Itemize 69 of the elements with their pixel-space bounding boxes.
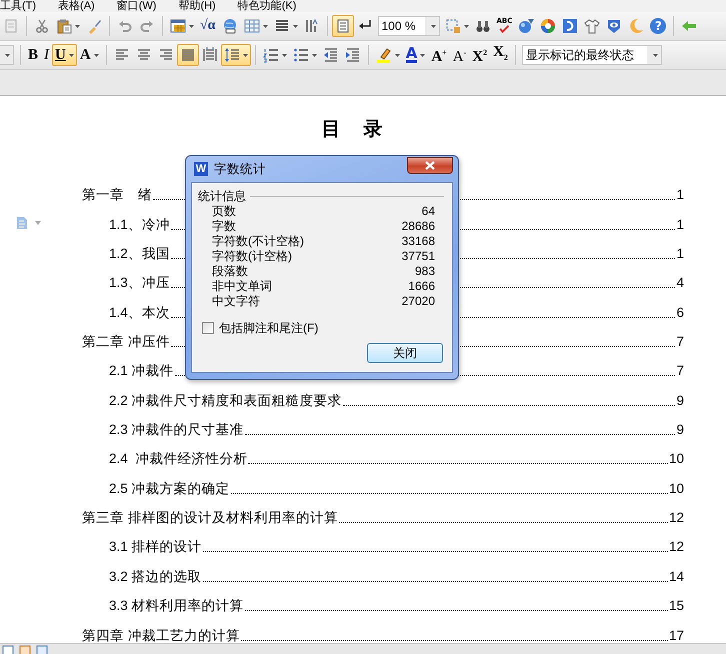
stat-label: 页数 xyxy=(212,205,236,218)
page-number: 6 xyxy=(676,304,684,321)
stat-label: 段落数 xyxy=(212,265,248,278)
document-title: 目 录 xyxy=(320,118,386,142)
stat-label: 字数 xyxy=(212,220,236,233)
page-number: 1 xyxy=(676,246,684,262)
toc-entry[interactable]: 2.3 冲裁件的尺寸基准 xyxy=(109,422,244,438)
formula-button[interactable]: √α xyxy=(197,15,218,37)
page-number: 9 xyxy=(676,422,684,438)
font-color-button[interactable]: A xyxy=(402,44,428,66)
page-number: 4 xyxy=(676,275,684,292)
dialog-title: 字数统计 xyxy=(214,160,266,178)
bold-button[interactable]: B xyxy=(25,44,42,66)
page-number: 1 xyxy=(676,216,684,233)
page-number: 7 xyxy=(676,363,684,380)
grow-font-button[interactable]: A$^{+}$ xyxy=(428,44,450,66)
group-label: 统计信息 xyxy=(198,189,246,203)
page-number: 9 xyxy=(676,392,684,409)
stat-label: 字符数(不计空格) xyxy=(212,235,304,248)
page-number: 12 xyxy=(668,539,684,556)
stat-value: 983 xyxy=(414,265,435,278)
underline-button[interactable]: U xyxy=(52,44,77,66)
toc-entry[interactable]: 3.2 搭边的选取 xyxy=(109,568,202,585)
page-number: 10 xyxy=(668,451,684,468)
toc-entry[interactable]: 第二章 冲压件 xyxy=(82,334,170,350)
markup-view-dropdown[interactable]: 显示标记的最终状态 xyxy=(522,45,662,65)
toc-entry[interactable]: 第四章 冲裁工艺力的计算 xyxy=(82,628,240,643)
stat-value: 27020 xyxy=(402,295,435,308)
toc-entry[interactable]: 3.1 排样的设计 xyxy=(109,539,202,556)
page-number: 7 xyxy=(676,334,684,350)
subscript-button[interactable]: X$_{2}$ xyxy=(490,44,511,66)
stat-value: 33168 xyxy=(402,235,435,248)
stat-value: 1666 xyxy=(408,280,435,293)
stat-label: 中文字符 xyxy=(212,295,260,308)
stat-value: 28686 xyxy=(402,220,435,233)
toc-entry[interactable]: 第一章 绪 xyxy=(82,187,152,204)
stat-value: 37751 xyxy=(402,250,435,263)
toc-entry[interactable]: 2.5 冲裁方案的确定 xyxy=(109,480,230,497)
toc-entry[interactable]: 第三章 排样图的设计及材料利用率的计算 xyxy=(82,510,338,526)
page-number: 12 xyxy=(668,510,684,526)
stat-label: 非中文单词 xyxy=(212,280,272,293)
menu-item[interactable]: 表格(A) xyxy=(58,0,95,12)
page-number: 17 xyxy=(668,628,684,643)
superscript-button[interactable]: X$^{2}$ xyxy=(469,44,490,66)
page-number: 1 xyxy=(676,187,684,204)
toc-entry[interactable]: 2.1 冲裁件 xyxy=(109,363,174,380)
close-dialog-button[interactable]: 关闭 xyxy=(367,343,443,363)
page-number: 10 xyxy=(668,480,684,497)
toc-entry[interactable]: 3.3 材料利用率的计算 xyxy=(109,598,244,614)
menu-item[interactable]: 帮助(H) xyxy=(178,0,216,12)
menu-item[interactable]: 特色功能(K) xyxy=(238,0,296,12)
stat-value: 64 xyxy=(422,205,435,218)
shrink-font-button[interactable]: A$^{-}$ xyxy=(450,44,470,66)
app-logo: W xyxy=(194,162,208,176)
toc-entry[interactable]: 2.2 冲裁件尺寸精度和表面粗糙度要求 xyxy=(109,392,342,409)
page-number: 14 xyxy=(668,568,684,585)
toc-entry[interactable]: 1.2、我国 xyxy=(109,246,170,262)
checkbox-label[interactable]: 包括脚注和尾注(F) xyxy=(219,321,318,335)
toc-entry[interactable]: 2.4 冲裁件经济性分析 xyxy=(109,451,248,468)
zoom-field[interactable]: 100 % xyxy=(378,16,440,36)
menu-item[interactable]: 工具(T) xyxy=(0,0,36,12)
italic-button[interactable]: I xyxy=(41,44,52,66)
menu-item[interactable]: 窗口(W) xyxy=(116,0,156,12)
toc-entry[interactable]: 1.1、冷冲 xyxy=(109,216,170,233)
toc-entry[interactable]: 1.4、本次 xyxy=(109,304,170,321)
stat-label: 字符数(计空格) xyxy=(212,250,292,263)
text-effect-button[interactable]: A xyxy=(76,44,102,66)
page-number: 15 xyxy=(668,598,684,614)
toc-entry[interactable]: 1.3、冲压 xyxy=(109,275,170,292)
